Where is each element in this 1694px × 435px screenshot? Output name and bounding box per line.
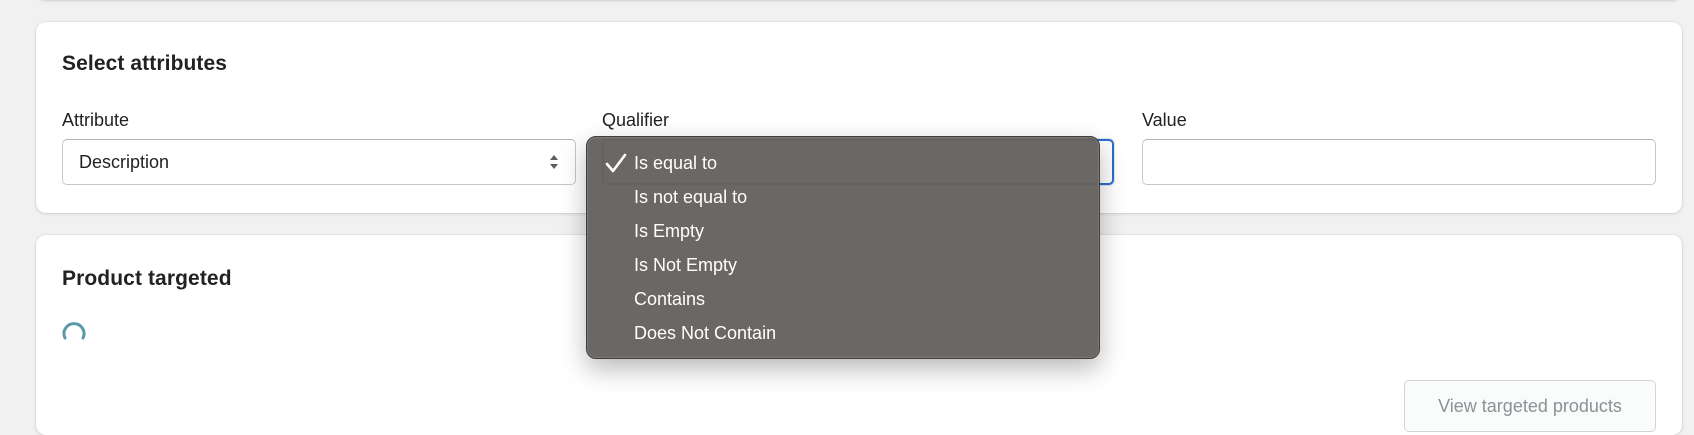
- menu-item-label: Does Not Contain: [634, 323, 777, 343]
- value-label: Value: [1142, 110, 1187, 130]
- menu-item-label: Contains: [634, 289, 706, 309]
- menu-item-is-not-empty[interactable]: Is Not Empty: [587, 252, 1099, 286]
- menu-item-is-equal-to[interactable]: Is equal to: [587, 150, 1099, 184]
- attribute-select[interactable]: Description: [62, 139, 576, 185]
- menu-item-label: Is equal to: [634, 153, 718, 173]
- menu-item-is-not-equal-to[interactable]: Is not equal to: [587, 184, 1099, 218]
- menu-item-label: Is not equal to: [634, 187, 748, 207]
- view-targeted-products-button[interactable]: View targeted products: [1404, 380, 1656, 432]
- menu-item-label: Is Empty: [634, 221, 705, 241]
- select-arrows-icon: [549, 154, 559, 170]
- menu-item-is-empty[interactable]: Is Empty: [587, 218, 1099, 252]
- attribute-select-value: Description: [79, 152, 170, 172]
- menu-item-does-not-contain[interactable]: Does Not Contain: [587, 320, 1099, 354]
- menu-item-contains[interactable]: Contains: [587, 286, 1099, 320]
- card-title: Select attributes: [62, 52, 228, 75]
- menu-item-label: Is Not Empty: [634, 255, 738, 275]
- qualifier-label: Qualifier: [602, 110, 670, 130]
- qualifier-dropdown-menu: Is equal to Is not equal to Is Empty Is …: [586, 136, 1100, 359]
- value-input[interactable]: [1142, 139, 1656, 185]
- checkmark-icon: [605, 153, 627, 173]
- spinner-icon: [62, 321, 86, 345]
- attribute-label: Attribute: [62, 110, 130, 130]
- card-title: Product targeted: [62, 267, 232, 290]
